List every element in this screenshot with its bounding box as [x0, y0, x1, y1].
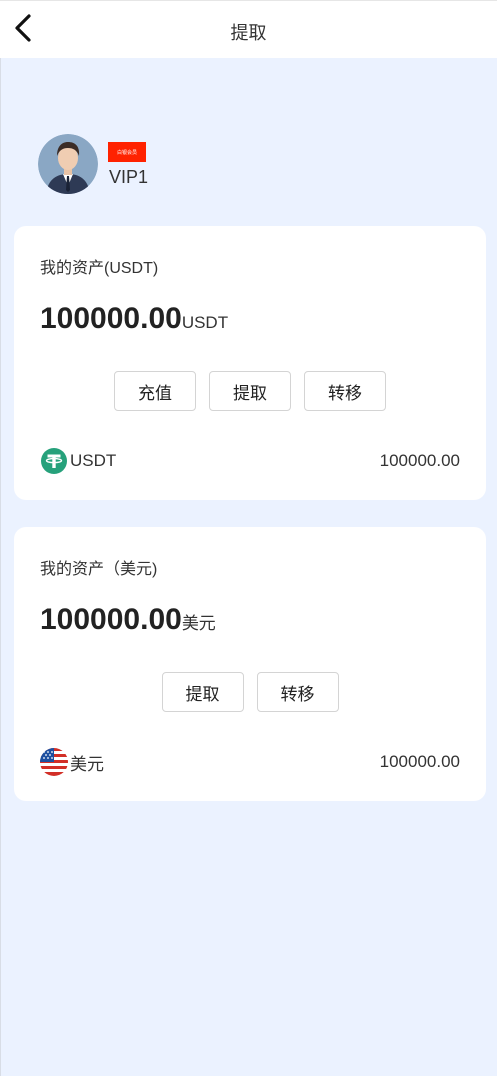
amount-unit: USDT: [181, 313, 229, 332]
action-buttons: 提取 转移: [14, 672, 486, 712]
avatar[interactable]: [38, 134, 98, 194]
asset-name: 美元: [70, 754, 104, 774]
asset-name: USDT: [70, 451, 117, 470]
asset-amount: 100000.00 USDT: [40, 302, 228, 336]
card-title: 我的资产（美元): [40, 561, 158, 578]
tether-icon: [40, 447, 68, 475]
amount-value: 100000.00: [40, 603, 182, 636]
asset-row-usd: 美元 100000.00: [40, 748, 460, 776]
withdraw-button[interactable]: 提取: [209, 371, 291, 411]
top-navigation-bar: 提取: [0, 0, 497, 58]
amount-unit: 美元: [181, 614, 216, 633]
us-flag-icon: [40, 748, 68, 776]
transfer-button[interactable]: 转移: [256, 672, 339, 712]
left-border: [0, 58, 1, 1076]
amount-value: 100000.00: [40, 302, 182, 335]
user-avatar-icon: [38, 134, 98, 194]
asset-amount: 100000.00 美元: [40, 603, 216, 637]
deposit-button[interactable]: 充值: [114, 371, 196, 411]
asset-value: 100000.00: [379, 752, 460, 771]
asset-row-usdt: USDT 100000.00: [40, 447, 460, 475]
member-badge: 白银会员: [108, 142, 146, 162]
page-title: 提取: [230, 23, 267, 43]
asset-card-usdt: 我的资产(USDT) 100000.00 USDT 充值 提取 转移 USDT …: [14, 226, 486, 500]
card-title: 我的资产(USDT): [40, 260, 159, 277]
vip-level-label: VIP1: [109, 167, 149, 187]
asset-value: 100000.00: [379, 451, 460, 470]
transfer-button[interactable]: 转移: [304, 371, 386, 411]
action-buttons: 充值 提取 转移: [14, 371, 486, 411]
withdraw-button[interactable]: 提取: [161, 672, 244, 712]
asset-card-usd: 我的资产（美元) 100000.00 美元 提取 转移 美元 100000.00: [14, 527, 486, 801]
